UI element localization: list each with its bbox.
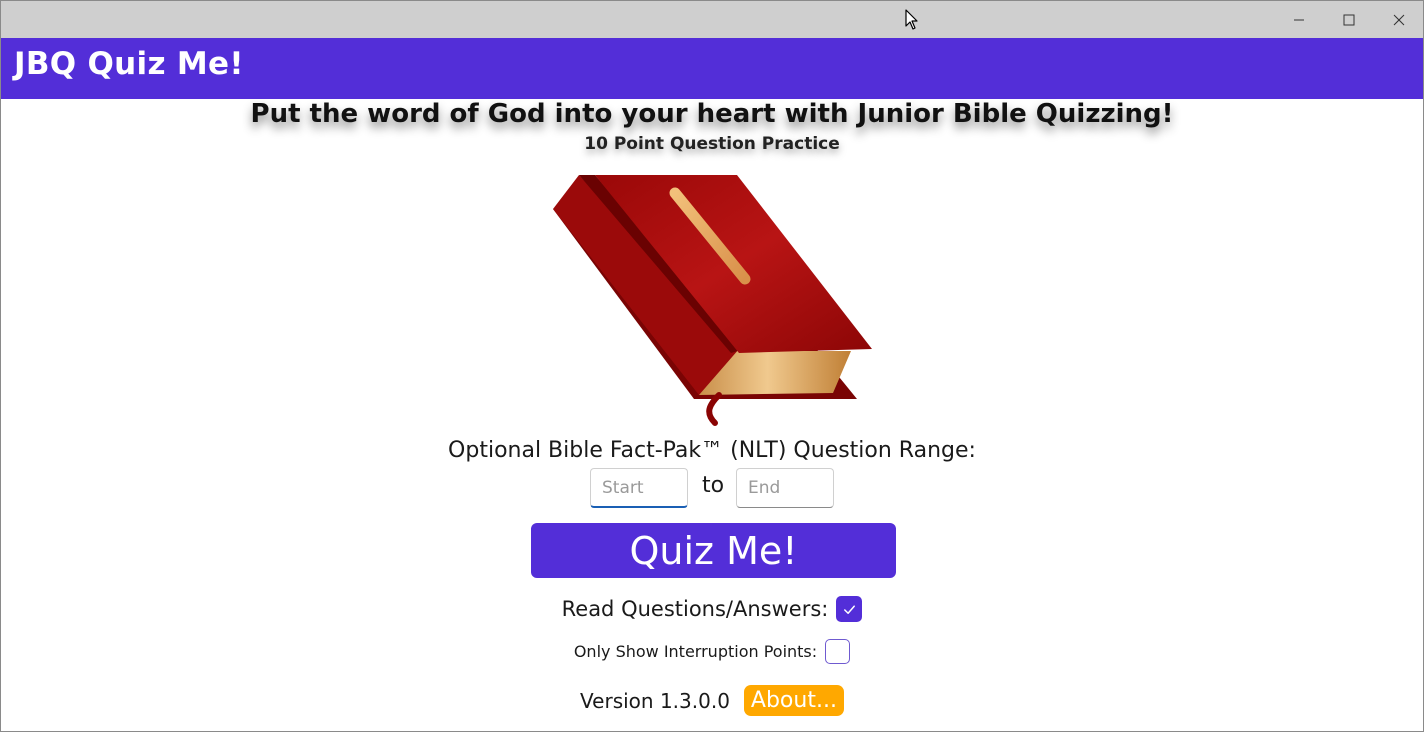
app-header: JBQ Quiz Me! [1, 38, 1423, 99]
interruption-option: Only Show Interruption Points: [1, 639, 1423, 664]
interruption-label: Only Show Interruption Points: [573, 642, 818, 661]
about-button[interactable]: About... [743, 685, 844, 716]
interruption-checkbox[interactable] [825, 639, 851, 664]
read-aloud-option: Read Questions/Answers: [1, 596, 1423, 622]
range-label: Optional Bible Fact-Pak™ (NLT) Question … [448, 438, 976, 463]
range-start-input[interactable] [590, 468, 688, 508]
maximize-icon [1343, 14, 1355, 25]
close-button[interactable] [1374, 1, 1423, 38]
footer: Version 1.3.0.0 About... [1, 685, 1423, 716]
version-text: Version 1.3.0.0 [580, 688, 730, 713]
bible-icon [553, 175, 872, 426]
app-window: JBQ Quiz Me! Put the word of God into yo… [0, 0, 1424, 732]
app-title: JBQ Quiz Me! [14, 46, 244, 82]
maximize-button[interactable] [1324, 1, 1374, 38]
quiz-me-button[interactable]: Quiz Me! [531, 523, 896, 578]
close-icon [1393, 14, 1405, 25]
title-bar[interactable] [1, 1, 1423, 38]
range-to-label: to [701, 473, 725, 498]
headline: Put the word of God into your heart with… [250, 99, 1174, 129]
minimize-button[interactable] [1274, 1, 1324, 38]
main-content: Put the word of God into your heart with… [1, 99, 1423, 731]
checkmark-icon [843, 604, 855, 614]
mouse-cursor-icon [905, 9, 918, 30]
minimize-icon [1294, 19, 1304, 20]
read-aloud-label: Read Questions/Answers: [561, 597, 829, 621]
subheading: 10 Point Question Practice [584, 134, 840, 154]
read-aloud-checkbox[interactable] [836, 596, 863, 622]
range-end-input[interactable] [736, 468, 834, 508]
